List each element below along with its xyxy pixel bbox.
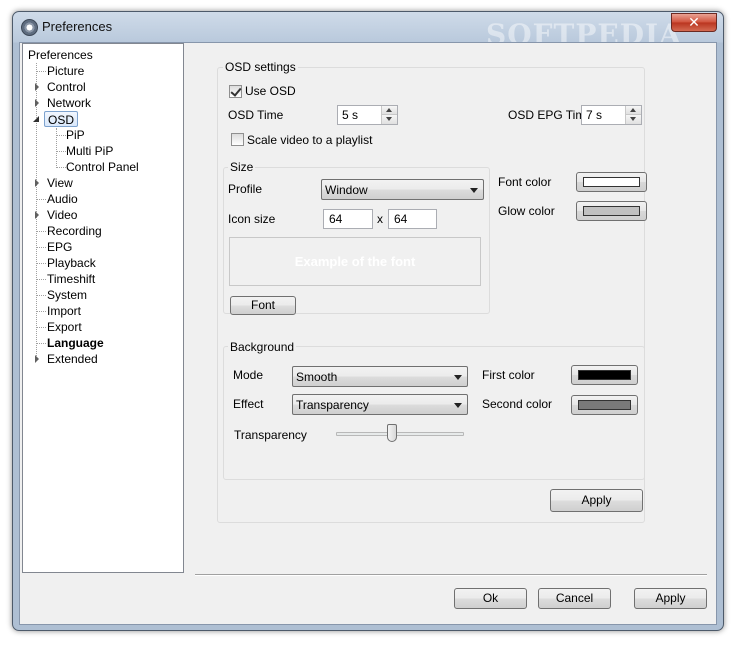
- tree-item-control-panel[interactable]: Control Panel: [66, 159, 139, 175]
- tree-item-export[interactable]: Export: [47, 319, 82, 335]
- ok-button[interactable]: Ok: [454, 588, 527, 609]
- first-color-button[interactable]: [571, 365, 638, 385]
- spin-down-icon[interactable]: [626, 115, 641, 124]
- glow-color-label: Glow color: [498, 204, 555, 218]
- profile-value: Window: [325, 183, 368, 197]
- slider-thumb[interactable]: [387, 424, 397, 442]
- osd-epg-time-spinner[interactable]: 7 s: [581, 105, 642, 125]
- effect-label: Effect: [233, 397, 264, 411]
- spin-up-icon[interactable]: [626, 106, 641, 115]
- tree-connector: [56, 128, 57, 168]
- chevron-down-icon: [454, 375, 462, 380]
- effect-value: Transparency: [296, 398, 369, 412]
- tree-item-picture[interactable]: Picture: [47, 63, 84, 79]
- scale-video-label: Scale video to a playlist: [247, 133, 373, 147]
- tree-item-pip[interactable]: PiP: [66, 127, 85, 143]
- slider-track: [336, 432, 464, 436]
- effect-dropdown[interactable]: Transparency: [292, 394, 468, 415]
- chevron-down-icon: [454, 403, 462, 408]
- window-title: Preferences: [42, 19, 113, 34]
- title-bar[interactable]: Preferences SOFTPEDIA ✕: [13, 12, 723, 51]
- expand-arrow-icon[interactable]: [35, 83, 39, 91]
- tree-item-extended[interactable]: Extended: [47, 351, 98, 367]
- icon-height-value: 64: [394, 212, 408, 226]
- first-color-swatch: [578, 370, 631, 380]
- transparency-slider[interactable]: [336, 424, 464, 444]
- expand-arrow-icon[interactable]: [35, 179, 39, 187]
- icon-height-input[interactable]: 64: [388, 209, 437, 229]
- icon-width-value: 64: [329, 212, 343, 226]
- preferences-window: Preferences SOFTPEDIA ✕ Preferences Pict…: [12, 11, 724, 631]
- tree-item-osd[interactable]: OSD: [44, 111, 79, 127]
- app-icon: [21, 19, 38, 36]
- tree-item-recording[interactable]: Recording: [47, 223, 102, 239]
- profile-dropdown[interactable]: Window: [321, 179, 484, 200]
- transparency-label: Transparency: [234, 428, 307, 442]
- tree-item-control[interactable]: Control: [47, 79, 86, 95]
- mode-value: Smooth: [296, 370, 338, 384]
- icon-size-separator: x: [377, 212, 383, 226]
- size-group-title: Size: [228, 160, 256, 174]
- tree-item-view[interactable]: View: [47, 175, 73, 191]
- icon-size-label: Icon size: [228, 212, 276, 226]
- use-osd-label: Use OSD: [245, 84, 296, 98]
- mode-label: Mode: [233, 368, 264, 382]
- osd-time-label: OSD Time: [228, 108, 284, 122]
- second-color-button[interactable]: [571, 395, 638, 415]
- tree-item-timeshift[interactable]: Timeshift: [47, 271, 95, 287]
- close-icon: ✕: [688, 14, 700, 30]
- tree-item-import[interactable]: Import: [47, 303, 81, 319]
- tree-item-system[interactable]: System: [47, 287, 87, 303]
- font-color-swatch: [583, 177, 640, 187]
- first-color-label: First color: [482, 368, 535, 382]
- cancel-button[interactable]: Cancel: [538, 588, 611, 609]
- footer-separator: [195, 574, 707, 576]
- tree-root[interactable]: Preferences: [28, 47, 93, 63]
- font-button[interactable]: Font: [230, 296, 296, 315]
- font-color-label: Font color: [498, 175, 552, 189]
- expand-arrow-icon[interactable]: [35, 99, 39, 107]
- osd-epg-time-value: 7 s: [586, 108, 603, 122]
- mode-dropdown[interactable]: Smooth: [292, 366, 468, 387]
- tree-item-multi-pip[interactable]: Multi PiP: [66, 143, 113, 159]
- use-osd-checkbox[interactable]: [229, 85, 242, 98]
- osd-time-value: 5 s: [342, 108, 359, 122]
- tree-item-playback[interactable]: Playback: [47, 255, 96, 271]
- panel-apply-button[interactable]: Apply: [550, 489, 643, 512]
- chevron-down-icon: [470, 188, 478, 193]
- glow-color-swatch: [583, 206, 640, 216]
- font-color-button[interactable]: [576, 172, 647, 192]
- second-color-label: Second color: [482, 397, 553, 411]
- spin-down-icon[interactable]: [382, 115, 397, 124]
- expand-arrow-icon[interactable]: [35, 355, 39, 363]
- preferences-tree[interactable]: Preferences Picture Control Network OSD …: [22, 43, 184, 573]
- second-color-swatch: [578, 400, 631, 410]
- tree-item-audio[interactable]: Audio: [47, 191, 78, 207]
- glow-color-button[interactable]: [576, 201, 647, 221]
- spin-up-icon[interactable]: [382, 106, 397, 115]
- dialog-client-area: Preferences Picture Control Network OSD …: [19, 42, 717, 625]
- tree-item-network[interactable]: Network: [47, 95, 91, 111]
- osd-epg-time-label: OSD EPG Time: [508, 108, 593, 122]
- collapse-arrow-icon[interactable]: [33, 116, 39, 122]
- font-preview: Example of the font: [229, 237, 481, 286]
- profile-label: Profile: [228, 182, 263, 196]
- tree-item-epg[interactable]: EPG: [47, 239, 72, 255]
- icon-width-input[interactable]: 64: [323, 209, 373, 229]
- close-button[interactable]: ✕: [671, 13, 717, 32]
- tree-item-video[interactable]: Video: [47, 207, 77, 223]
- tree-item-language[interactable]: Language: [47, 335, 104, 351]
- osd-time-spinner[interactable]: 5 s: [337, 105, 398, 125]
- background-group-title: Background: [228, 340, 297, 354]
- apply-button[interactable]: Apply: [634, 588, 707, 609]
- expand-arrow-icon[interactable]: [35, 211, 39, 219]
- osd-settings-title: OSD settings: [223, 60, 298, 74]
- scale-video-checkbox[interactable]: [231, 133, 244, 146]
